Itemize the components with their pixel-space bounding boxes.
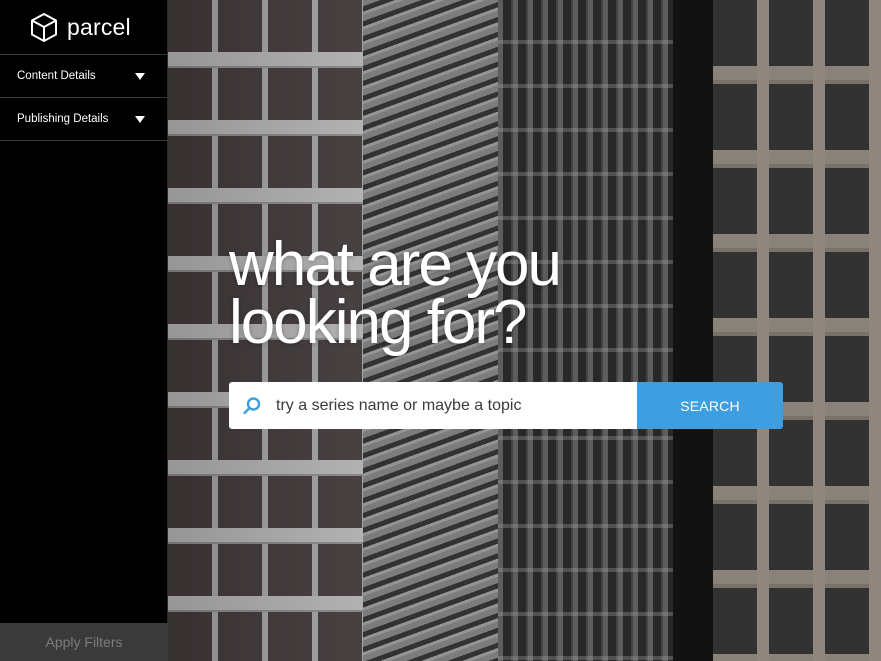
caret-down-icon [135,72,145,80]
filter-content-details-label: Content Details [17,70,96,82]
apply-filters-button[interactable]: Apply Filters [0,623,168,661]
cube-icon [31,12,57,42]
filter-sidebar: parcel Content Details Publishing Detail… [0,0,168,661]
search-icon [243,396,261,414]
search-button[interactable]: SEARCH [637,382,783,429]
filter-publishing-details[interactable]: Publishing Details [0,98,167,141]
search-bar [229,382,637,429]
filter-content-details[interactable]: Content Details [0,55,167,98]
brand-header[interactable]: parcel [0,0,167,55]
search-input[interactable] [276,396,637,415]
filter-publishing-details-label: Publishing Details [17,113,109,125]
hero-headline: what are you looking for? [229,234,649,354]
hero-headline-line2: looking for? [229,288,528,357]
brand-name: parcel [67,13,131,40]
caret-down-icon [135,115,145,123]
